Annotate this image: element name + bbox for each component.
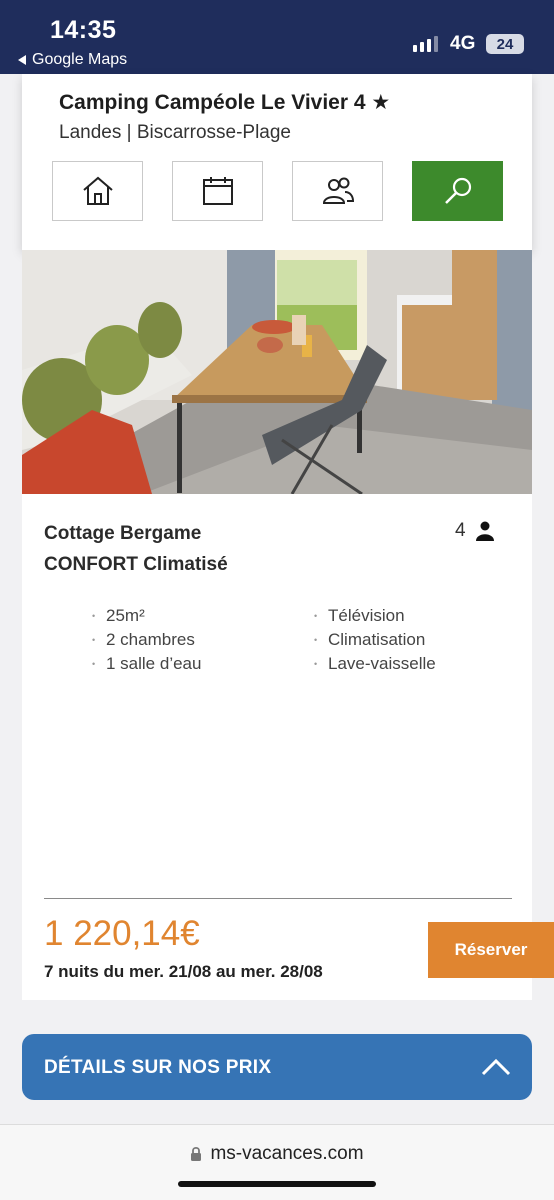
- cottage-photo: [22, 250, 532, 494]
- url-text: ms-vacances.com: [210, 1143, 364, 1164]
- feature-item: 1 salle d’eau: [92, 652, 201, 676]
- group-icon: [322, 177, 354, 204]
- capacity-value: 4: [455, 520, 466, 541]
- back-to-app-link[interactable]: Google Maps: [18, 51, 127, 69]
- calendar-button[interactable]: [172, 161, 263, 221]
- price: 1 220,14€: [44, 914, 200, 953]
- divider: [44, 898, 512, 899]
- capacity: 4: [455, 520, 494, 542]
- header-card: Camping Campéole Le Vivier 4 ★ Landes | …: [22, 74, 532, 250]
- feature-item: Lave-vaisselle: [314, 652, 436, 676]
- back-app-label: Google Maps: [32, 51, 128, 68]
- location-subtitle: Landes | Biscarrosse-Plage: [59, 122, 291, 143]
- signal-icon: [413, 36, 438, 52]
- cottage-name-line2: CONFORT Climatisé: [44, 554, 228, 575]
- calendar-icon: [202, 177, 233, 205]
- home-button[interactable]: [52, 161, 143, 221]
- guests-button[interactable]: [292, 161, 383, 221]
- cottage-name: Cottage Bergame CONFORT Climatisé: [44, 518, 344, 580]
- url-display[interactable]: ms-vacances.com: [0, 1143, 554, 1165]
- home-indicator[interactable]: [178, 1181, 376, 1187]
- status-time: 14:35: [50, 16, 117, 44]
- battery-icon: 24: [486, 34, 524, 54]
- network-type: 4G: [450, 33, 476, 54]
- chevron-up-icon: [481, 1058, 511, 1076]
- home-icon: [82, 176, 113, 205]
- status-bar: 14:35 Google Maps 4G 24: [0, 0, 554, 74]
- back-arrow-icon: [18, 55, 26, 65]
- feature-item: Climatisation: [314, 628, 436, 652]
- lock-icon: [191, 1146, 202, 1161]
- price-details-label: DÉTAILS SUR NOS PRIX: [44, 1057, 272, 1078]
- page-title: Camping Campéole Le Vivier 4 ★: [59, 91, 391, 114]
- person-icon: [475, 521, 494, 541]
- battery-level: 24: [496, 35, 514, 53]
- features-left: 25m² 2 chambres 1 salle d’eau: [92, 604, 201, 676]
- feature-item: Télévision: [314, 604, 436, 628]
- feature-item: 2 chambres: [92, 628, 201, 652]
- stay-period: 7 nuits du mer. 21/08 au mer. 28/08: [44, 962, 323, 981]
- features-right: Télévision Climatisation Lave-vaisselle: [314, 604, 436, 676]
- browser-address-bar[interactable]: ms-vacances.com: [0, 1124, 554, 1200]
- search-icon: [444, 177, 471, 204]
- reserve-button[interactable]: Réserver: [428, 922, 554, 978]
- price-details-accordion[interactable]: DÉTAILS SUR NOS PRIX: [22, 1034, 532, 1100]
- cottage-name-line1: Cottage Bergame: [44, 523, 202, 544]
- feature-item: 25m²: [92, 604, 201, 628]
- search-button[interactable]: [412, 161, 503, 221]
